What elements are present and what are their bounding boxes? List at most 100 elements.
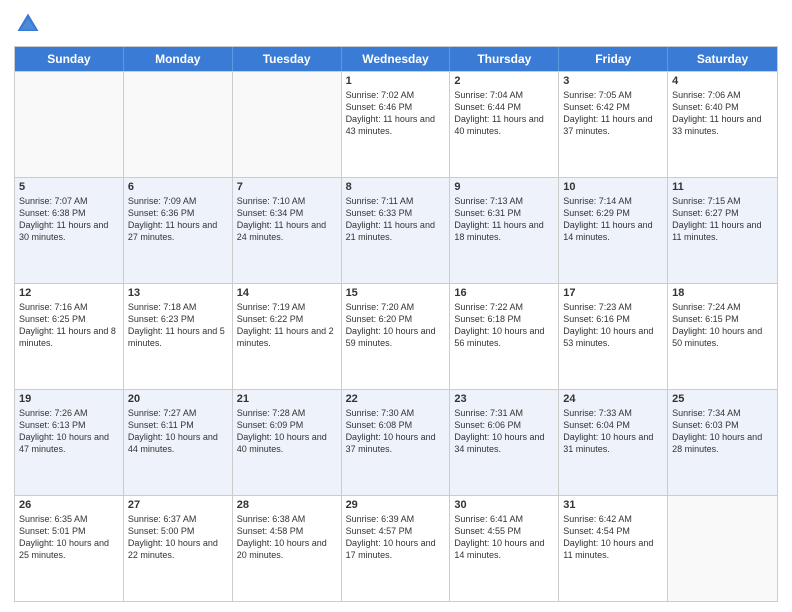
logo [14,10,44,38]
page-container: SundayMondayTuesdayWednesdayThursdayFrid… [0,0,792,612]
cell-info: Sunrise: 7:05 AM Sunset: 6:42 PM Dayligh… [563,89,663,138]
cell-day-number: 5 [19,181,119,193]
calendar-cell [15,72,124,177]
cell-info: Sunrise: 6:37 AM Sunset: 5:00 PM Dayligh… [128,513,228,562]
calendar-cell: 30Sunrise: 6:41 AM Sunset: 4:55 PM Dayli… [450,496,559,601]
cell-day-number: 12 [19,287,119,299]
cell-info: Sunrise: 7:18 AM Sunset: 6:23 PM Dayligh… [128,301,228,350]
day-header-thursday: Thursday [450,47,559,71]
cell-day-number: 8 [346,181,446,193]
cell-day-number: 16 [454,287,554,299]
calendar-cell: 16 Sunrise: 7:22 AM Sunset: 6:18 PM Dayli… [450,284,559,389]
calendar-cell: 18Sunrise: 7:24 AM Sunset: 6:15 PM Dayli… [668,284,777,389]
cell-info: Sunrise: 7:04 AM Sunset: 6:44 PM Dayligh… [454,89,554,138]
week-row-2: 12 Sunrise: 7:16 AM Sunset: 6:25 PM Dayli… [15,283,777,389]
calendar-cell [668,496,777,601]
calendar-cell: 11Sunrise: 7:15 AM Sunset: 6:27 PM Dayli… [668,178,777,283]
cell-day-number: 11 [672,181,773,193]
cell-day-number: 17 [563,287,663,299]
calendar-cell: 13 Sunrise: 7:18 AM Sunset: 6:23 PM Dayli… [124,284,233,389]
day-header-tuesday: Tuesday [233,47,342,71]
cell-info: Sunrise: 6:39 AM Sunset: 4:57 PM Dayligh… [346,513,446,562]
calendar-cell: 31Sunrise: 6:42 AM Sunset: 4:54 PM Dayli… [559,496,668,601]
cell-day-number: 7 [237,181,337,193]
cell-day-number: 29 [346,499,446,511]
day-header-saturday: Saturday [668,47,777,71]
calendar-cell: 2 Sunrise: 7:04 AM Sunset: 6:44 PM Daylig… [450,72,559,177]
cell-day-number: 20 [128,393,228,405]
calendar-cell: 1 Sunrise: 7:02 AM Sunset: 6:46 PM Daylig… [342,72,451,177]
calendar-cell: 23 Sunrise: 7:31 AM Sunset: 6:06 PM Dayli… [450,390,559,495]
logo-icon [14,10,42,38]
cell-day-number: 23 [454,393,554,405]
calendar-cell: 17 Sunrise: 7:23 AM Sunset: 6:16 PM Dayli… [559,284,668,389]
calendar-cell: 5 Sunrise: 7:07 AM Sunset: 6:38 PM Daylig… [15,178,124,283]
cell-info: Sunrise: 7:13 AM Sunset: 6:31 PM Dayligh… [454,195,554,244]
cell-info: Sunrise: 7:22 AM Sunset: 6:18 PM Dayligh… [454,301,554,350]
cell-info: Sunrise: 6:41 AM Sunset: 4:55 PM Dayligh… [454,513,554,562]
cell-day-number: 15 [346,287,446,299]
cell-info: Sunrise: 7:14 AM Sunset: 6:29 PM Dayligh… [563,195,663,244]
cell-day-number: 2 [454,75,554,87]
cell-day-number: 4 [672,75,773,87]
calendar-cell: 14 Sunrise: 7:19 AM Sunset: 6:22 PM Dayli… [233,284,342,389]
day-headers: SundayMondayTuesdayWednesdayThursdayFrid… [15,47,777,71]
cell-day-number: 14 [237,287,337,299]
cell-info: Sunrise: 7:20 AM Sunset: 6:20 PM Dayligh… [346,301,446,350]
calendar-cell: 7 Sunrise: 7:10 AM Sunset: 6:34 PM Daylig… [233,178,342,283]
cell-day-number: 10 [563,181,663,193]
calendar-cell: 9 Sunrise: 7:13 AM Sunset: 6:31 PM Daylig… [450,178,559,283]
calendar-cell: 4 Sunrise: 7:06 AM Sunset: 6:40 PM Daylig… [668,72,777,177]
cell-day-number: 25 [672,393,773,405]
cell-day-number: 26 [19,499,119,511]
cell-day-number: 28 [237,499,337,511]
cell-info: Sunrise: 7:19 AM Sunset: 6:22 PM Dayligh… [237,301,337,350]
cell-day-number: 19 [19,393,119,405]
cell-info: Sunrise: 7:10 AM Sunset: 6:34 PM Dayligh… [237,195,337,244]
cell-day-number: 3 [563,75,663,87]
calendar-cell: 12 Sunrise: 7:16 AM Sunset: 6:25 PM Dayli… [15,284,124,389]
cell-day-number: 9 [454,181,554,193]
cell-info: Sunrise: 7:28 AM Sunset: 6:09 PM Dayligh… [237,407,337,456]
calendar-cell: 22 Sunrise: 7:30 AM Sunset: 6:08 PM Dayli… [342,390,451,495]
calendar-cell: 21 Sunrise: 7:28 AM Sunset: 6:09 PM Dayli… [233,390,342,495]
cell-info: Sunrise: 7:23 AM Sunset: 6:16 PM Dayligh… [563,301,663,350]
cell-info: Sunrise: 7:16 AM Sunset: 6:25 PM Dayligh… [19,301,119,350]
calendar-cell: 24Sunrise: 7:33 AM Sunset: 6:04 PM Dayli… [559,390,668,495]
calendar-cell: 3 Sunrise: 7:05 AM Sunset: 6:42 PM Daylig… [559,72,668,177]
cell-info: Sunrise: 7:30 AM Sunset: 6:08 PM Dayligh… [346,407,446,456]
week-row-4: 26Sunrise: 6:35 AM Sunset: 5:01 PM Dayli… [15,495,777,601]
day-header-friday: Friday [559,47,668,71]
day-header-sunday: Sunday [15,47,124,71]
calendar-cell: 25Sunrise: 7:34 AM Sunset: 6:03 PM Dayli… [668,390,777,495]
calendar-cell: 6Sunrise: 7:09 AM Sunset: 6:36 PM Daylig… [124,178,233,283]
header [14,10,778,38]
week-row-1: 5 Sunrise: 7:07 AM Sunset: 6:38 PM Daylig… [15,177,777,283]
calendar-cell: 26Sunrise: 6:35 AM Sunset: 5:01 PM Dayli… [15,496,124,601]
calendar-cell: 27 Sunrise: 6:37 AM Sunset: 5:00 PM Dayli… [124,496,233,601]
cell-day-number: 27 [128,499,228,511]
cell-day-number: 1 [346,75,446,87]
calendar-cell [233,72,342,177]
calendar-cell: 20Sunrise: 7:27 AM Sunset: 6:11 PM Dayli… [124,390,233,495]
cell-info: Sunrise: 7:06 AM Sunset: 6:40 PM Dayligh… [672,89,773,138]
calendar: SundayMondayTuesdayWednesdayThursdayFrid… [14,46,778,602]
calendar-cell: 15 Sunrise: 7:20 AM Sunset: 6:20 PM Dayli… [342,284,451,389]
calendar-cell: 19Sunrise: 7:26 AM Sunset: 6:13 PM Dayli… [15,390,124,495]
cell-day-number: 18 [672,287,773,299]
cell-day-number: 13 [128,287,228,299]
cell-info: Sunrise: 7:07 AM Sunset: 6:38 PM Dayligh… [19,195,119,244]
week-row-0: 1 Sunrise: 7:02 AM Sunset: 6:46 PM Daylig… [15,71,777,177]
cell-info: Sunrise: 7:33 AM Sunset: 6:04 PM Dayligh… [563,407,663,456]
cell-day-number: 22 [346,393,446,405]
calendar-cell: 8 Sunrise: 7:11 AM Sunset: 6:33 PM Daylig… [342,178,451,283]
cell-info: Sunrise: 7:31 AM Sunset: 6:06 PM Dayligh… [454,407,554,456]
cell-info: Sunrise: 7:09 AM Sunset: 6:36 PM Dayligh… [128,195,228,244]
weeks: 1 Sunrise: 7:02 AM Sunset: 6:46 PM Daylig… [15,71,777,601]
calendar-cell: 28Sunrise: 6:38 AM Sunset: 4:58 PM Dayli… [233,496,342,601]
cell-day-number: 31 [563,499,663,511]
cell-day-number: 21 [237,393,337,405]
calendar-cell: 29 Sunrise: 6:39 AM Sunset: 4:57 PM Dayli… [342,496,451,601]
cell-info: Sunrise: 7:02 AM Sunset: 6:46 PM Dayligh… [346,89,446,138]
cell-info: Sunrise: 7:11 AM Sunset: 6:33 PM Dayligh… [346,195,446,244]
